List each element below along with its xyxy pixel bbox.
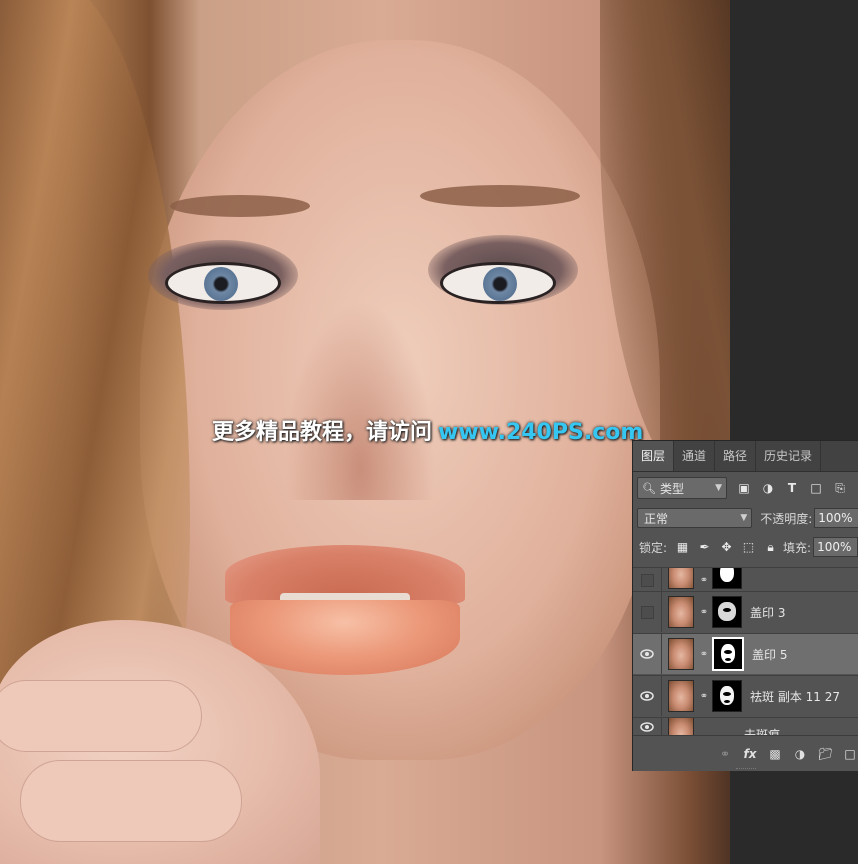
smart-object-filter-icon[interactable]: ⎘ [833,481,847,495]
image-filter-icon[interactable]: ▣ [737,481,751,495]
lock-transparent-pixels-icon[interactable]: ▦ [676,540,689,554]
lock-artboard-icon[interactable]: ⬚ [742,540,755,554]
lock-image-pixels-icon[interactable]: ✒ [698,540,711,554]
layer-row[interactable]: ⚭ 祛斑 副本 11 27 [633,675,858,716]
link-icon: ⚭ [699,574,709,586]
hidden-visibility-box [640,605,654,619]
panel-resize-grip[interactable] [736,768,756,771]
lock-row: 锁定: ▦ ✒ ✥ ⬚ 🔒︎ 填充: 100% [633,534,858,560]
filter-kind-select[interactable]: 🔍︎ 类型 ▼ [637,477,727,499]
adjustment-layer-icon[interactable]: ◑ [793,747,807,761]
right-iris [483,267,517,301]
search-icon: 🔍︎ [642,481,656,495]
right-eye [440,262,556,304]
visibility-toggle[interactable] [633,718,662,736]
layer-thumbnail [668,718,694,736]
layer-filter-row: 🔍︎ 类型 ▼ ▣ ◑ T □ ⎘ [633,475,858,501]
layer-name: 盖印 3 [750,605,786,620]
eye-icon [640,722,654,732]
fill-input[interactable]: 100% [813,537,858,557]
layer-mask-thumbnail[interactable] [712,637,744,671]
link-layers-icon[interactable]: ⚭ [718,747,732,761]
layer-mask-thumbnail[interactable] [712,596,742,628]
layer-name: 盖印 5 [752,647,788,662]
layer-thumbnail [668,596,694,628]
lock-all-icon[interactable]: 🔒︎ [764,540,777,554]
lock-position-icon[interactable]: ✥ [720,540,733,554]
visibility-toggle[interactable] [633,592,662,632]
type-filter-icon[interactable]: T [785,481,799,495]
new-layer-icon[interactable]: □ [843,747,857,761]
eye-icon [640,691,654,701]
left-eye [165,262,281,304]
visibility-toggle[interactable] [633,676,662,716]
layer-row-partial[interactable]: 去斑痕 [633,717,858,736]
tab-layers[interactable]: 图层 [633,441,675,471]
link-icon: ⚭ [699,690,709,702]
watermark-url: www.240PS.com [438,420,644,445]
fx-icon[interactable]: fx [743,747,757,761]
lips [225,545,465,675]
finger [0,680,202,752]
eye-icon [640,649,654,659]
layer-name: 祛斑 副本 11 27 [750,689,840,704]
link-icon: ⚭ [699,606,709,618]
watermark-chinese-text: 更多精品教程，请访问 [212,420,433,445]
layer-thumbnail [668,680,694,712]
blend-mode-select[interactable]: 正常 ▼ [637,508,753,528]
chevron-down-icon: ▼ [715,483,722,493]
tab-paths[interactable]: 路径 [715,441,757,471]
adjustment-filter-icon[interactable]: ◑ [761,481,775,495]
blend-row: 正常 ▼ 不透明度: 100% [633,505,858,531]
lower-lip [230,600,460,675]
left-eyebrow [170,195,310,217]
document-canvas[interactable]: 更多精品教程，请访问 www.240PS.com [0,0,730,864]
left-iris [204,267,238,301]
layer-mask-thumbnail[interactable] [712,568,742,589]
layer-mask-thumbnail[interactable] [712,680,742,712]
blend-mode-value: 正常 [644,511,669,526]
add-mask-icon[interactable]: ▩ [768,747,782,761]
visibility-toggle[interactable] [633,634,662,674]
right-eyebrow [420,185,580,207]
visibility-toggle[interactable] [633,568,662,592]
finger [20,760,242,842]
nose [285,300,435,500]
opacity-input[interactable]: 100% [814,508,858,528]
layer-row-selected[interactable]: ⚭ 盖印 5 [633,633,858,674]
tab-history[interactable]: 历史记录 [756,441,822,471]
layer-row-partial[interactable]: ⚭ [633,567,858,592]
fill-label: 填充: [783,540,812,555]
panel-tab-bar: 图层 通道 路径 历史记录 [633,441,858,472]
link-icon: ⚭ [699,648,709,660]
layer-thumbnail [668,568,694,589]
hidden-visibility-box [640,573,654,587]
new-group-icon[interactable]: 📁︎ [818,747,833,761]
watermark: 更多精品教程，请访问 www.240PS.com [212,415,662,451]
chevron-down-icon: ▼ [740,513,748,523]
layer-row[interactable]: ⚭ 盖印 3 [633,591,858,632]
filter-kind-label: 类型 [659,481,684,496]
shape-filter-icon[interactable]: □ [809,481,823,495]
tab-channels[interactable]: 通道 [674,441,716,471]
opacity-label: 不透明度: [760,511,813,526]
layers-bottom-toolbar: ⚭ fx ▩ ◑ 📁︎ □ [633,735,858,771]
layer-thumbnail [668,638,694,670]
lock-label: 锁定: [639,540,668,555]
layers-panel: 图层 通道 路径 历史记录 🔍︎ 类型 ▼ ▣ ◑ T □ ⎘ 正常 ▼ 不透明… [632,440,858,771]
